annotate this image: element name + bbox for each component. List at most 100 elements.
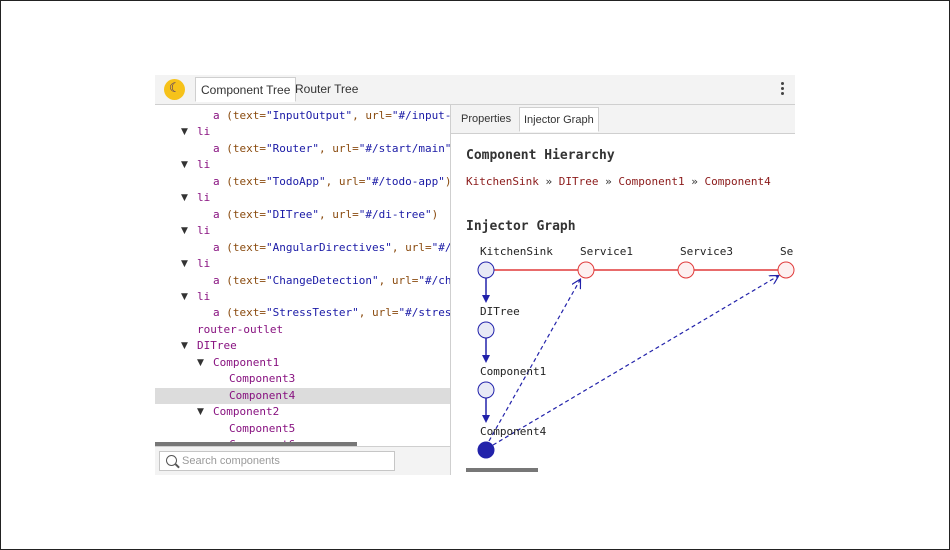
expand-caret-icon[interactable]: ▼ — [181, 289, 191, 305]
tree-node-label: Component1 — [213, 355, 279, 371]
tree-node-tag: a — [213, 273, 220, 287]
tree-node-tag: li — [197, 289, 211, 303]
tree-node-attrs: (text="Router", url="#/start/main" — [219, 141, 450, 155]
tree-node-tag: Component4 — [229, 388, 296, 402]
expand-caret-icon[interactable]: ▼ — [181, 338, 191, 354]
graph-node-kitchensink[interactable] — [477, 261, 495, 279]
tree-node-tag: li — [197, 158, 211, 172]
tree-node-tag: li — [197, 257, 211, 271]
more-options-icon[interactable] — [777, 81, 787, 97]
component-tree-pane: a (text="InputOutput", url="#/input- ▼ li a… — [155, 105, 450, 475]
graph-node-component1[interactable] — [477, 381, 495, 399]
graph-label-service1: Service1 — [580, 245, 633, 258]
tree-row[interactable]: a (text="StressTester", url="#/stres — [155, 305, 450, 321]
graph-node-ditree[interactable] — [477, 321, 495, 339]
graph-scrollbar[interactable] — [466, 468, 538, 472]
tree-node-label: router-outlet — [197, 322, 283, 338]
tab-component-tree[interactable]: Component Tree — [195, 77, 297, 102]
graph-node-component4[interactable] — [477, 441, 495, 459]
tree-row[interactable]: a (text="InputOutput", url="#/input- — [155, 108, 450, 124]
tree-node-attrs: (text="ChangeDetection", url="#/ch — [219, 273, 450, 287]
tree-row[interactable]: ▼ Component1 — [155, 355, 450, 371]
expand-caret-icon[interactable]: ▼ — [181, 256, 191, 272]
tree-row[interactable]: a (text="ChangeDetection", url="#/ch — [155, 273, 450, 289]
tree-node-label: Component4 — [229, 388, 295, 404]
tree-row[interactable]: ▼ li — [155, 289, 450, 305]
component-tree: a (text="InputOutput", url="#/input- ▼ li a… — [155, 105, 450, 445]
tree-row[interactable]: Component4 — [155, 387, 450, 404]
tree-row[interactable]: ▼ li — [155, 256, 450, 272]
tree-node-tag: li — [197, 125, 211, 139]
tree-row[interactable]: ▼ li — [155, 223, 450, 239]
graph-node-service1[interactable] — [577, 261, 595, 279]
expand-caret-icon[interactable]: ▼ — [181, 157, 191, 173]
tree-node-label: li — [197, 256, 210, 272]
tree-row[interactable]: ▼ Component2 — [155, 404, 450, 420]
tree-row[interactable]: Component5 — [155, 421, 450, 437]
tree-row[interactable]: a (text="Router", url="#/start/main" — [155, 141, 450, 157]
tree-node-label: li — [197, 157, 210, 173]
search-icon — [166, 455, 177, 466]
graph-label-kitchensink: KitchenSink — [480, 245, 553, 258]
tree-row[interactable]: ▼ li — [155, 157, 450, 173]
tree-row[interactable]: router-outlet — [155, 322, 450, 338]
graph-label-component4: Component4 — [480, 425, 547, 438]
augury-logo-icon: ☾ — [164, 79, 185, 100]
tree-node-label: li — [197, 124, 210, 140]
tree-node-label: a (text="DITree", url="#/di-tree") — [213, 207, 438, 223]
devtools-panel: ☾ Component Tree Router Tree a (text="In… — [155, 75, 795, 475]
tree-node-label: Component2 — [213, 404, 279, 420]
tree-node-tag: a — [213, 306, 220, 320]
tree-node-tag: router-outlet — [197, 322, 284, 336]
tree-node-tag: li — [197, 191, 211, 205]
tree-node-attrs: (text="StressTester", url="#/stres — [219, 306, 450, 320]
tree-node-label: li — [197, 289, 210, 305]
tree-node-tag: li — [197, 224, 211, 238]
tree-row[interactable]: ▼ li — [155, 124, 450, 140]
tree-node-tag: a — [213, 240, 220, 254]
tab-router-tree[interactable]: Router Tree — [290, 77, 363, 102]
expand-caret-icon[interactable]: ▼ — [197, 404, 207, 420]
tree-row[interactable]: a (text="AngularDirectives", url="#/ — [155, 240, 450, 256]
search-input[interactable] — [182, 453, 387, 469]
expand-caret-icon[interactable]: ▼ — [181, 190, 191, 206]
tree-node-attrs: (text="TodoApp", url="#/todo-app") — [219, 174, 450, 188]
tree-row[interactable]: a (text="DITree", url="#/di-tree") — [155, 207, 450, 223]
details-pane: Properties Injector Graph Component Hier… — [451, 105, 795, 475]
dependency-edge-service — [492, 276, 778, 446]
tree-node-label: a (text="TodoApp", url="#/todo-app") — [213, 174, 450, 190]
tree-node-label: a (text="StressTester", url="#/stres — [213, 305, 450, 321]
tree-node-tag: Component5 — [229, 421, 296, 435]
tree-node-tag: a — [213, 207, 220, 221]
expand-caret-icon[interactable]: ▼ — [197, 355, 207, 371]
tree-node-label: a (text="AngularDirectives", url="#/ — [213, 240, 450, 256]
tree-node-label: a (text="ChangeDetection", url="#/ch — [213, 273, 450, 289]
tree-node-label: DITree — [197, 338, 237, 354]
tree-node-tag: a — [213, 141, 220, 155]
tree-node-tag: DITree — [197, 339, 237, 353]
graph-label-service-cut: Se — [780, 245, 793, 258]
tree-node-attrs: (text="AngularDirectives", url="#/ — [219, 240, 450, 254]
tree-node-tag: Component2 — [213, 405, 280, 419]
tree-node-attrs: (text="InputOutput", url="#/input- — [219, 109, 450, 122]
graph-node-service3[interactable] — [677, 261, 695, 279]
expand-caret-icon[interactable]: ▼ — [181, 124, 191, 140]
tree-node-label: Component3 — [229, 371, 295, 387]
graph-node-service-cut[interactable] — [777, 261, 795, 279]
tree-node-tag: a — [213, 174, 220, 188]
tree-row[interactable]: ▼ li — [155, 190, 450, 206]
tree-row[interactable]: a (text="TodoApp", url="#/todo-app") — [155, 174, 450, 190]
graph-label-component1: Component1 — [480, 365, 546, 378]
tree-node-label: li — [197, 223, 210, 239]
tree-node-tag: Component3 — [229, 372, 296, 386]
expand-caret-icon[interactable]: ▼ — [181, 223, 191, 239]
tree-node-tag: Component1 — [213, 355, 280, 369]
search-bar — [155, 446, 450, 475]
tree-row[interactable]: Component3 — [155, 371, 450, 387]
tree-row[interactable]: ▼ DITree — [155, 338, 450, 354]
tree-node-tag: a — [213, 109, 220, 122]
search-box — [159, 451, 395, 471]
moon-icon: ☾ — [169, 81, 181, 96]
top-toolbar: ☾ Component Tree Router Tree — [155, 75, 795, 105]
graph-label-ditree: DITree — [480, 305, 520, 318]
